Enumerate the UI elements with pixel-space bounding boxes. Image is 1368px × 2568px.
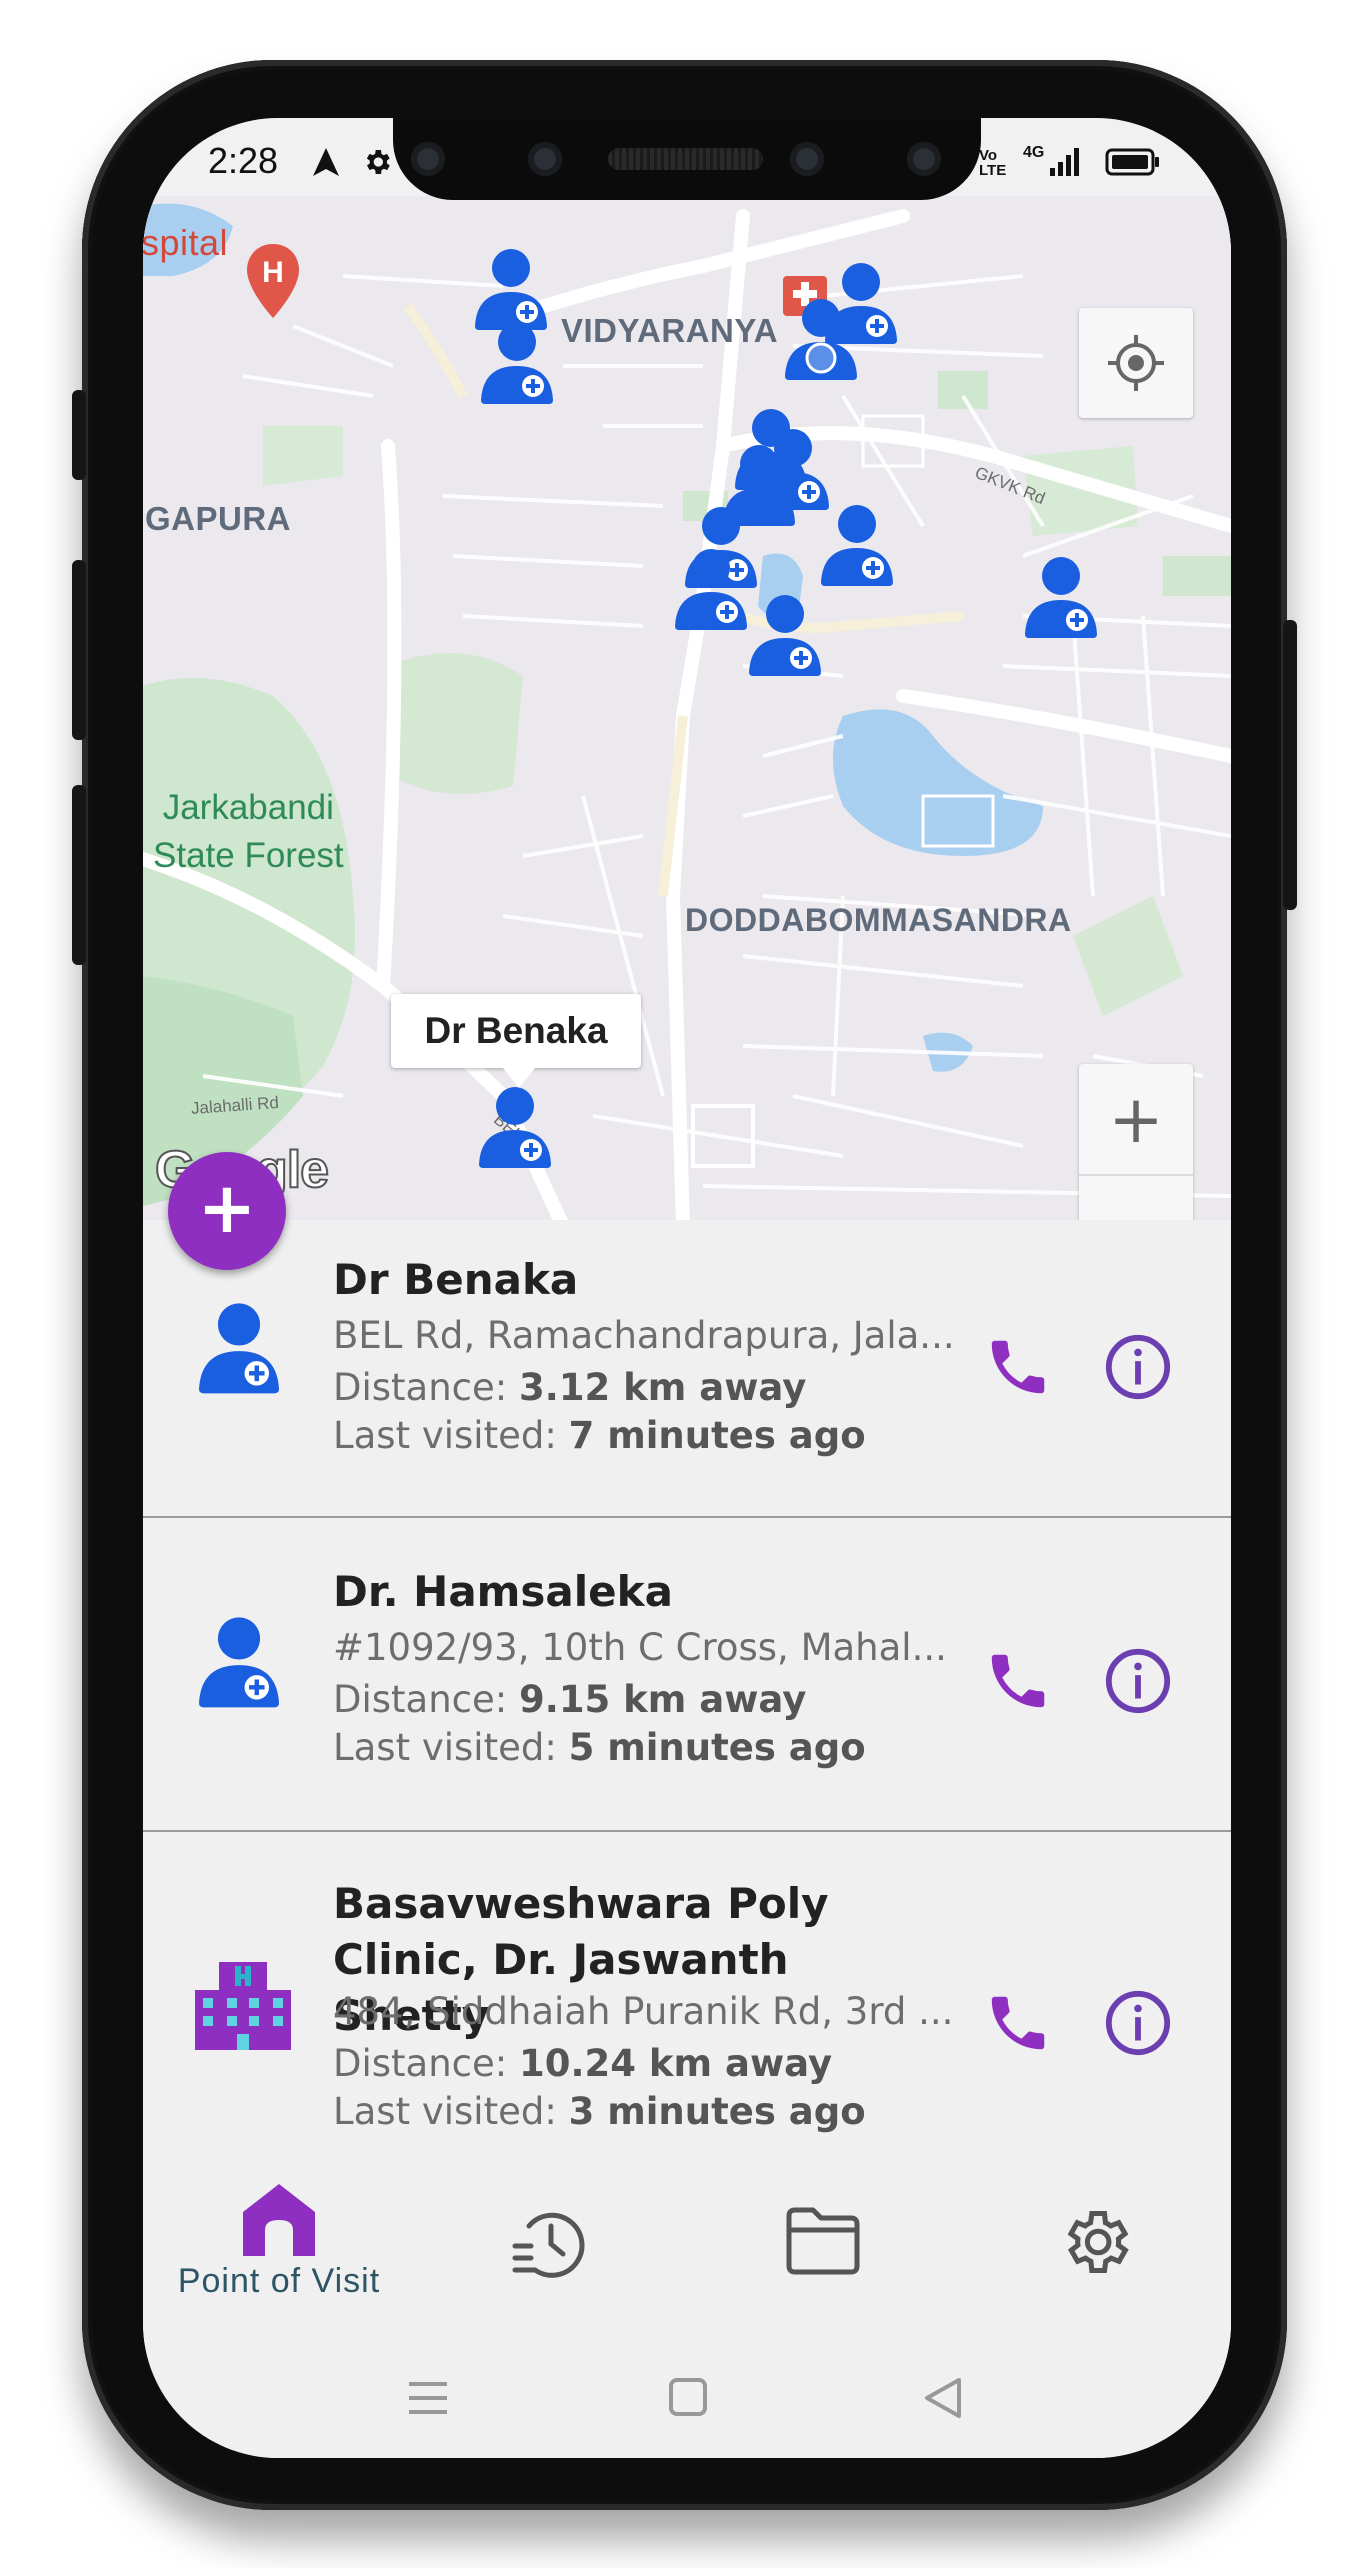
forest-label-line2: State Forest — [153, 836, 344, 875]
visit-name: Dr Benaka — [333, 1255, 579, 1304]
earpiece-speaker — [608, 148, 763, 170]
distance-label: Distance: — [333, 1678, 520, 1721]
doctor-map-marker-icon[interactable] — [1023, 554, 1099, 644]
doctor-map-marker-icon[interactable] — [479, 320, 555, 410]
nav-tab-settings[interactable] — [959, 2162, 1231, 2342]
camera-sensor — [528, 142, 562, 176]
plus-icon: + — [197, 1167, 257, 1249]
distance-label: Distance: — [333, 2042, 520, 2085]
svg-text:H: H — [262, 256, 284, 289]
distance-value: 10.24 km away — [519, 2042, 833, 2085]
phone-volume-down — [72, 785, 86, 965]
visit-last-visited: Last visited: 7 minutes ago — [333, 1414, 973, 1457]
nav-tab-point-of-visit[interactable]: Point of Visit — [143, 2162, 415, 2342]
map-marker-tooltip: Dr Benaka — [391, 994, 641, 1088]
map-label-hospital: spital — [143, 222, 229, 263]
signal-icon — [1050, 148, 1079, 176]
navigation-arrow-icon — [313, 148, 339, 176]
info-icon[interactable] — [1103, 1332, 1173, 1402]
visit-name: Dr. Hamsaleka — [333, 1567, 673, 1616]
hospital-map-marker-icon[interactable]: H — [243, 242, 303, 322]
visit-address: BEL Rd, Ramachandrapura, Jala... — [333, 1314, 955, 1357]
doctor-icon — [199, 1617, 279, 1708]
doctor-map-marker-icon[interactable] — [477, 1084, 553, 1174]
visit-list[interactable]: Dr Benaka BEL Rd, Ramachandrapura, Jala.… — [143, 1220, 1231, 2162]
map-label-vidyaranya: VIDYARANYA — [561, 312, 779, 349]
map-label-forest: Jarkabandi State Forest — [153, 784, 344, 880]
visit-last-visited: Last visited: 3 minutes ago — [333, 2090, 973, 2133]
nav-tab-history[interactable] — [415, 2162, 687, 2342]
back-icon[interactable] — [921, 2376, 965, 2420]
last-visited-value: 3 minutes ago — [568, 2090, 866, 2133]
phone-icon[interactable] — [983, 1646, 1053, 1716]
last-visited-value: 5 minutes ago — [568, 1726, 866, 1769]
notch — [393, 118, 981, 200]
doctor-icon — [199, 1303, 279, 1394]
phone-icon[interactable] — [983, 1332, 1053, 1402]
nav-label-home: Point of Visit — [177, 2262, 381, 2300]
list-item[interactable]: Dr. Hamsaleka #1092/93, 10th C Cross, Ma… — [143, 1518, 1231, 1832]
system-navigation-bar — [143, 2342, 1231, 2458]
visit-address: 484, Siddhaiah Puranik Rd, 3rd ... — [333, 1990, 954, 2033]
home-square-icon[interactable] — [667, 2376, 709, 2418]
phone-screen: 2:28 Vo LTE 4G spital H VIDYARANYA GAPUR… — [143, 118, 1231, 2458]
nav-tab-documents[interactable] — [687, 2162, 959, 2342]
doctor-map-marker-icon[interactable] — [783, 296, 859, 386]
bottom-navigation: Point of Visit — [143, 2162, 1231, 2342]
zoom-out-button[interactable]: − — [1079, 1176, 1193, 1221]
menu-icon[interactable] — [405, 2378, 451, 2418]
phone-power-button — [1283, 620, 1297, 910]
volte-indicator: Vo LTE — [979, 147, 1007, 179]
phone-side-button — [72, 390, 86, 480]
doctor-map-marker-icon[interactable] — [673, 546, 749, 636]
visit-distance: Distance: 10.24 km away — [333, 2042, 973, 2085]
visit-address: #1092/93, 10th C Cross, Mahal... — [333, 1626, 947, 1669]
status-time: 2:28 — [208, 140, 279, 181]
doctor-map-marker-icon[interactable] — [819, 502, 895, 592]
settings-status-icon — [366, 150, 390, 174]
visit-distance: Distance: 3.12 km away — [333, 1366, 973, 1409]
distance-value: 3.12 km away — [519, 1366, 807, 1409]
my-location-button[interactable] — [1079, 308, 1193, 418]
distance-value: 9.15 km away — [519, 1678, 807, 1721]
info-icon[interactable] — [1103, 1988, 1173, 2058]
info-icon[interactable] — [1103, 1646, 1173, 1716]
home-icon — [243, 2184, 315, 2256]
visit-name-line1: Basavweshwara Poly — [333, 1879, 829, 1928]
visit-last-visited: Last visited: 5 minutes ago — [333, 1726, 973, 1769]
last-visited-label: Last visited: — [333, 1726, 569, 1769]
battery-icon — [1105, 148, 1159, 176]
hospital-icon — [195, 1962, 291, 2050]
zoom-in-button[interactable]: + — [1079, 1064, 1193, 1176]
phone-icon[interactable] — [983, 1988, 1053, 2058]
forest-label-line1: Jarkabandi — [162, 788, 334, 827]
map-label-gapura: GAPURA — [145, 500, 292, 537]
folder-icon — [786, 2207, 860, 2275]
map-view[interactable]: spital H VIDYARANYA GAPURA Jarkabandi Sta… — [143, 196, 1231, 1220]
map-label-doddabommasandra: DODDABOMMASANDRA — [685, 902, 1072, 938]
list-item[interactable]: Basavweshwara Poly Clinic, Dr. Jaswanth S… — [143, 1832, 1231, 2162]
doctor-map-marker-icon[interactable] — [747, 592, 823, 682]
network-type: 4G — [1023, 144, 1045, 161]
last-visited-label: Last visited: — [333, 1414, 569, 1457]
zoom-controls: + − — [1079, 1064, 1193, 1220]
list-item[interactable]: Dr Benaka BEL Rd, Ramachandrapura, Jala.… — [143, 1220, 1231, 1518]
phone-volume-up — [72, 560, 86, 740]
distance-label: Distance: — [333, 1366, 520, 1409]
history-icon — [512, 2212, 585, 2278]
visit-distance: Distance: 9.15 km away — [333, 1678, 973, 1721]
crosshair-icon — [1108, 335, 1164, 391]
last-visited-label: Last visited: — [333, 2090, 569, 2133]
camera-sensor — [790, 142, 824, 176]
camera-sensor — [907, 142, 941, 176]
settings-icon — [1067, 2210, 1129, 2274]
camera-sensor — [411, 142, 445, 176]
add-visit-button[interactable]: + — [168, 1152, 286, 1270]
last-visited-value: 7 minutes ago — [568, 1414, 866, 1457]
